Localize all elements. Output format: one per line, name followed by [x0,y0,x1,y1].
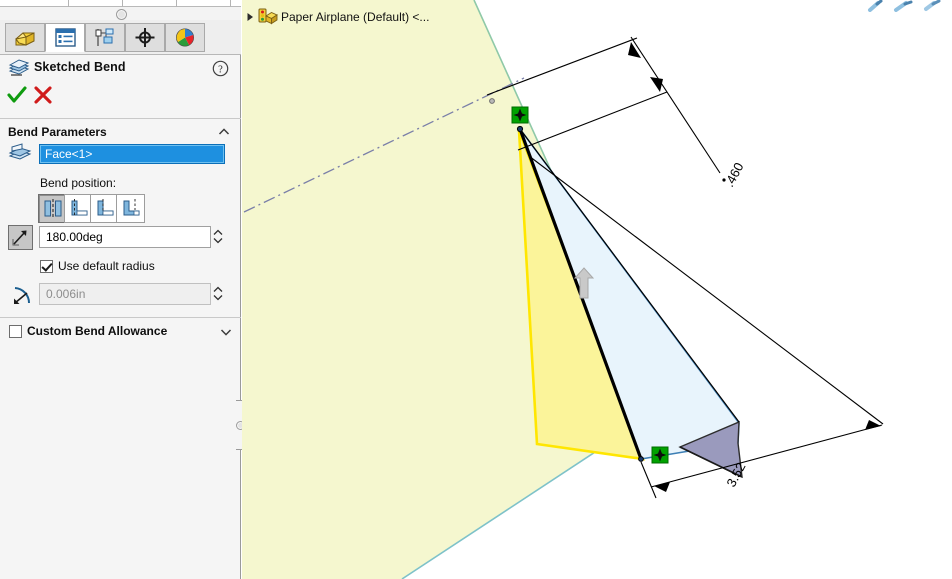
bend-position-outside-button[interactable] [64,194,93,223]
manager-tab-row [0,20,241,55]
property-manager-tab[interactable] [45,23,85,52]
bend-position-material-inside-button[interactable] [116,194,145,223]
model-view: .460 3.52 [242,0,884,579]
spinner-down-icon[interactable] [213,237,223,245]
bend-parameters-group-header[interactable]: Bend Parameters [0,122,241,144]
use-default-radius-label: Use default radius [58,259,155,273]
custom-bend-allowance-row[interactable]: Custom Bend Allowance [9,324,234,340]
property-manager-icon [54,28,76,47]
sketched-bend-icon [8,59,30,83]
feature-manager-icon [15,31,35,46]
face-selection-icon [8,143,32,167]
document-tab-stubs [0,0,241,7]
page-title: Sketched Bend [34,60,126,74]
ok-cancel-row [0,85,241,107]
arrowhead-lower-b [865,420,881,430]
feature-manager-tab[interactable] [5,23,45,52]
ext-line-lower-b [640,461,657,499]
part-document-icon [258,7,278,28]
radius-arc-arrow-icon [13,286,30,304]
bend-centerline-icon [44,199,61,218]
configuration-manager-tab[interactable] [85,23,125,52]
bend-radius-spinner[interactable] [211,283,225,305]
help-question-icon[interactable]: ? [212,60,229,77]
display-manager-crosshair-icon [135,28,155,47]
bend-line-bottom-endpoint[interactable] [638,456,644,462]
panel-top-splitter[interactable] [0,0,241,21]
chevron-down-icon[interactable] [220,326,232,341]
bend-angle-icon[interactable] [8,225,33,250]
bend-radius-input[interactable]: 0.006in [39,283,211,305]
solidworks-window: Sketched Bend ? Bend Parameters Face<1> … [0,0,952,579]
ext-line-upper-b [517,91,668,151]
sketch-point-bottom[interactable] [651,446,669,464]
bend-position-inside-button[interactable] [90,194,119,223]
feature-tree-root-label[interactable]: Paper Airplane (Default) <... [281,10,429,24]
configuration-manager-icon [95,28,113,46]
sketch-point-top[interactable] [511,106,529,124]
ext-line-upper-a [486,37,638,96]
divider-above-allowance [0,317,241,318]
ok-button[interactable] [7,85,27,108]
dimxpert-color-ball-icon [176,28,194,47]
tool-icon-1[interactable] [868,0,883,12]
bend-line-top-endpoint[interactable] [516,125,524,133]
custom-bend-allowance-checkbox[interactable] [9,325,22,338]
bend-angle-input[interactable]: 180.00deg [39,226,211,248]
width-dimension-text[interactable]: .460 [721,160,746,189]
tree-expand-arrow[interactable] [244,11,256,23]
bend-radius-icon [8,282,33,307]
feature-tree-overlay: Paper Airplane (Default) <... [244,8,429,26]
svg-text:?: ? [218,64,223,75]
spinner-up-icon[interactable] [213,229,223,237]
plane-edge-endpoint[interactable] [489,98,495,104]
angle-arrow-icon [12,230,27,246]
arrowhead-upper-b [650,77,663,92]
top-right-toolbar[interactable] [866,0,946,12]
display-manager-tab[interactable] [125,23,165,52]
property-manager-panel: Sketched Bend ? Bend Parameters Face<1> … [0,0,241,579]
cancel-button[interactable] [33,85,53,108]
tool-icon-3[interactable] [924,0,941,11]
bend-position-centerline-button[interactable] [38,194,67,223]
tool-icon-2[interactable] [894,0,913,12]
dimxpert-manager-tab[interactable] [165,23,205,52]
bend-inside-icon [97,199,113,217]
bend-angle-spinner[interactable] [211,226,225,248]
bend-parameters-label: Bend Parameters [8,125,107,139]
width-dimension-anchor-dot [722,178,726,182]
face-selection-input[interactable]: Face<1> [39,144,225,164]
bend-outside-icon [71,199,87,217]
panel-splitter-grip[interactable] [116,9,127,20]
use-default-radius-checkbox[interactable] [40,260,53,273]
spinner-up-icon[interactable] [213,286,223,294]
chevron-up-icon[interactable] [218,126,230,138]
graphics-area[interactable]: .460 3.52 [242,0,952,579]
divider-above-group [0,118,241,119]
property-manager-title-row: Sketched Bend ? [0,55,241,85]
dim-line-upper [630,36,721,174]
spinner-down-icon[interactable] [213,294,223,302]
custom-bend-allowance-label: Custom Bend Allowance [27,324,168,338]
material-inside-icon [123,199,139,216]
bend-position-label: Bend position: [40,176,117,190]
